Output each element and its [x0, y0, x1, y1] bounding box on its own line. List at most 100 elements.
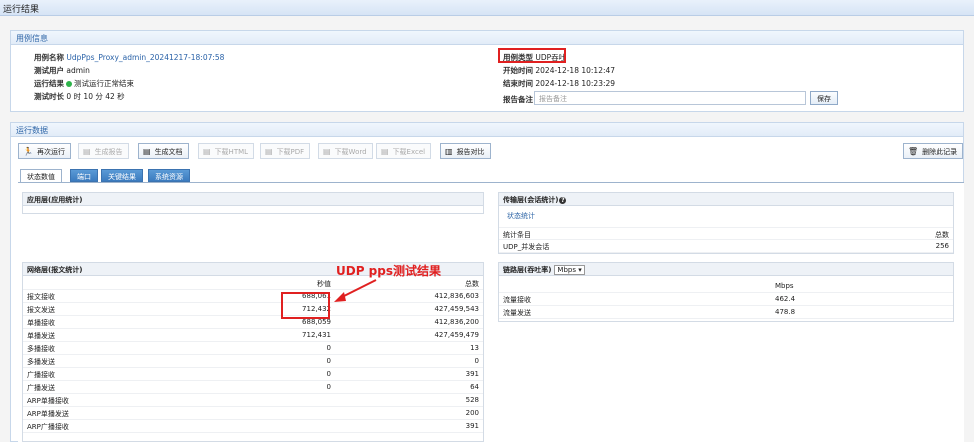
download-html-button[interactable]: ▤ 下载HTML	[198, 143, 255, 159]
compare-report-button[interactable]: ▥ 报告对比	[440, 143, 491, 159]
end-time-label: 结束时间	[503, 79, 533, 88]
download-pdf-button[interactable]: ▤ 下载PDF	[260, 143, 311, 159]
start-time-row: 开始时间 2024-12-18 10:12:47	[503, 65, 615, 76]
rerun-button[interactable]: 🏃 再次运行	[18, 143, 71, 159]
run-data-header: 运行数据	[11, 123, 963, 137]
net-row-total: 412,836,200	[434, 318, 479, 326]
remark-row: 报告备注	[503, 94, 533, 105]
net-row-rate: 0	[326, 370, 331, 378]
tab-key-results[interactable]: 关键结果	[101, 169, 143, 182]
duration-row: 测试时长 0 时 10 分 42 秒	[34, 91, 125, 102]
app-layer-panel: 应用层(应用统计)	[22, 192, 484, 214]
table-row: 流量发送 478.8	[499, 306, 953, 319]
start-time-value: 2024-12-18 10:12:47	[535, 66, 616, 75]
net-row-total: 412,836,603	[434, 292, 479, 300]
generate-doc-label: 生成文档	[154, 148, 183, 156]
net-row-rate: 0	[326, 383, 331, 391]
unit-select[interactable]: Mbps ▾	[554, 265, 585, 275]
generate-report-button[interactable]: ▤ 生成报告	[78, 143, 129, 159]
compare-report-label: 报告对比	[456, 148, 485, 156]
table-row: 流量接收 462.4	[499, 293, 953, 306]
remark-input[interactable]: 报告备注	[534, 91, 806, 105]
net-row-name: ARP广播接收	[27, 423, 69, 431]
table-row: 广播发送 0 64	[23, 381, 483, 394]
test-user-row: 测试用户 admin	[34, 65, 90, 76]
download-excel-label: 下载Excel	[392, 148, 426, 156]
html-file-icon: ▤	[203, 147, 211, 156]
duration-label: 测试时长	[34, 92, 64, 101]
case-info-header: 用例信息	[11, 31, 963, 45]
tab-system-resources[interactable]: 系统资源	[148, 169, 190, 182]
start-time-label: 开始时间	[503, 66, 533, 75]
test-user-value: admin	[66, 66, 90, 75]
net-row-rate: 0	[326, 357, 331, 365]
save-button[interactable]: 保存	[810, 91, 838, 105]
transport-subtab-status[interactable]: 状态统计	[507, 211, 535, 221]
download-pdf-label: 下载PDF	[276, 148, 305, 156]
net-row-rate: 712,431	[302, 331, 331, 339]
net-row-name: 多播接收	[27, 345, 55, 353]
net-row-rate: 0	[326, 344, 331, 352]
bar-chart-icon: ▥	[445, 147, 453, 156]
download-word-label: 下载Word	[334, 148, 367, 156]
run-icon: 🏃	[23, 147, 33, 156]
test-user-label: 测试用户	[34, 66, 64, 75]
net-row-name: 单播接收	[27, 319, 55, 327]
transport-col-item: 统计条目	[503, 231, 531, 239]
table-row: ARP单播发送 200	[23, 407, 483, 420]
delete-record-button[interactable]: 🗑 删除此记录	[903, 143, 964, 159]
report-icon: ▤	[83, 147, 91, 156]
net-row-total: 0	[474, 357, 479, 365]
unit-select-value: Mbps	[557, 266, 576, 274]
case-name-link[interactable]: UdpPps_Proxy_admin_20241217-18:07:58	[66, 53, 224, 62]
trash-icon: 🗑	[908, 147, 919, 156]
link-row-name: 流量接收	[503, 296, 531, 304]
pdf-file-icon: ▤	[265, 147, 273, 156]
app-layer-title: 应用层(应用统计)	[23, 193, 483, 206]
rerun-label: 再次运行	[36, 148, 65, 156]
end-time-row: 结束时间 2024-12-18 10:23:29	[503, 78, 615, 89]
net-row-name: 单播发送	[27, 332, 55, 340]
case-name-row: 用例名称 UdpPps_Proxy_admin_20241217-18:07:5…	[34, 52, 224, 63]
net-row-total: 528	[465, 396, 479, 404]
net-row-name: 报文发送	[27, 306, 55, 314]
download-excel-button[interactable]: ▤ 下载Excel	[376, 143, 432, 159]
net-row-total: 427,459,543	[434, 305, 479, 313]
net-col-rate: 秒值	[317, 280, 331, 288]
transport-row-total: 256	[935, 242, 949, 250]
link-title-text: 链路层(吞吐率)	[503, 266, 552, 274]
net-row-total: 200	[465, 409, 479, 417]
transport-row-name: UDP_并发会话	[503, 243, 550, 251]
table-row: 报文发送 712,432 427,459,543	[23, 303, 483, 316]
generate-report-label: 生成报告	[94, 148, 123, 156]
word-file-icon: ▤	[323, 147, 331, 156]
help-icon[interactable]: ?	[559, 197, 567, 204]
run-result-row: 运行结果 测试运行正常结束	[34, 78, 134, 89]
transport-col-total: 总数	[935, 231, 949, 239]
link-table-header: Mbps	[499, 280, 953, 293]
window-titlebar: 运行结果	[0, 0, 974, 16]
generate-doc-button[interactable]: ▤ 生成文档	[138, 143, 189, 159]
table-row: ARP广播接收 391	[23, 420, 483, 433]
transport-table-header: 统计条目 总数	[499, 227, 953, 240]
net-row-name: 广播发送	[27, 384, 55, 392]
net-row-name: 报文接收	[27, 293, 55, 301]
table-row: 单播发送 712,431 427,459,479	[23, 329, 483, 342]
excel-file-icon: ▤	[381, 147, 389, 156]
end-time-value: 2024-12-18 10:23:29	[535, 79, 616, 88]
doc-icon: ▤	[143, 147, 151, 156]
net-row-total: 391	[465, 370, 479, 378]
duration-value: 0 时 10 分 42 秒	[66, 92, 125, 101]
table-row: 多播接收 0 13	[23, 342, 483, 355]
net-row-name: 多播发送	[27, 358, 55, 366]
rate-highlight-box	[281, 292, 330, 319]
net-row-total: 427,459,479	[434, 331, 479, 339]
case-type-highlight	[498, 48, 566, 63]
window-title: 运行结果	[3, 5, 40, 15]
download-word-button[interactable]: ▤ 下载Word	[318, 143, 373, 159]
tab-status-values[interactable]: 状态数值	[20, 169, 62, 182]
tab-ports[interactable]: 端口	[70, 169, 98, 182]
table-row: UDP_并发会话 256	[499, 240, 953, 253]
link-row-value: 478.8	[775, 308, 796, 316]
link-layer-title: 链路层(吞吐率) Mbps ▾	[499, 263, 953, 276]
